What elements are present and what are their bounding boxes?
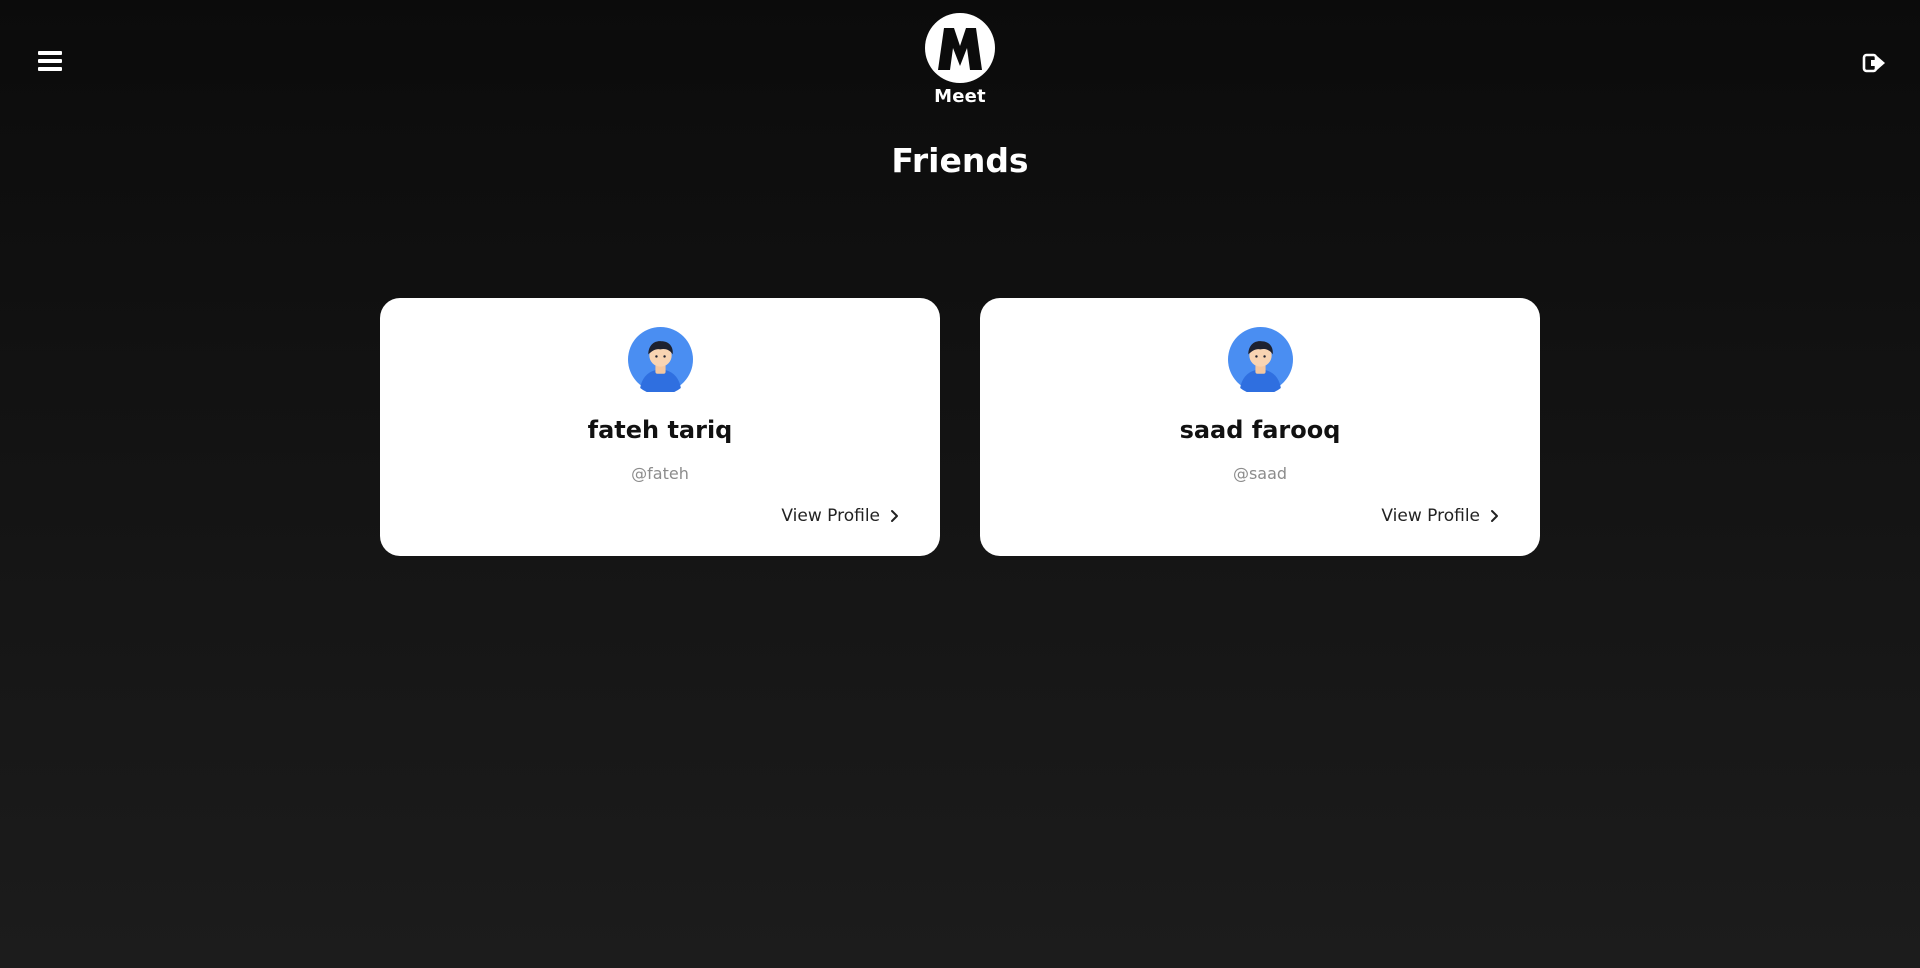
friend-name: fateh tariq: [587, 416, 733, 444]
view-profile-label: View Profile: [1381, 506, 1480, 526]
menu-button[interactable]: [38, 51, 62, 73]
view-profile-label: View Profile: [781, 506, 880, 526]
brand[interactable]: Meet: [900, 12, 1020, 107]
page-title: Friends: [891, 141, 1029, 180]
friends-list: fateh tariq @fateh View Profile saad far…: [380, 298, 1540, 556]
menu-bar: [38, 51, 62, 55]
logout-button[interactable]: [1862, 51, 1886, 75]
chevron-right-icon: [891, 510, 898, 522]
menu-bar: [38, 67, 62, 71]
friend-name: saad farooq: [1179, 416, 1341, 444]
view-profile-link[interactable]: View Profile: [1381, 506, 1500, 526]
brand-name: Meet: [934, 86, 986, 107]
friend-card: saad farooq @saad View Profile: [980, 298, 1540, 556]
view-profile-link[interactable]: View Profile: [781, 506, 900, 526]
avatar-icon: [628, 327, 693, 392]
friend-card: fateh tariq @fateh View Profile: [380, 298, 940, 556]
menu-bar: [38, 59, 62, 63]
sign-out-icon: [1862, 53, 1885, 73]
avatar-icon: [1228, 327, 1293, 392]
friend-username: @fateh: [631, 464, 689, 483]
chevron-right-icon: [1491, 510, 1498, 522]
friend-username: @saad: [1232, 464, 1288, 483]
meet-logo-icon: [925, 13, 995, 83]
